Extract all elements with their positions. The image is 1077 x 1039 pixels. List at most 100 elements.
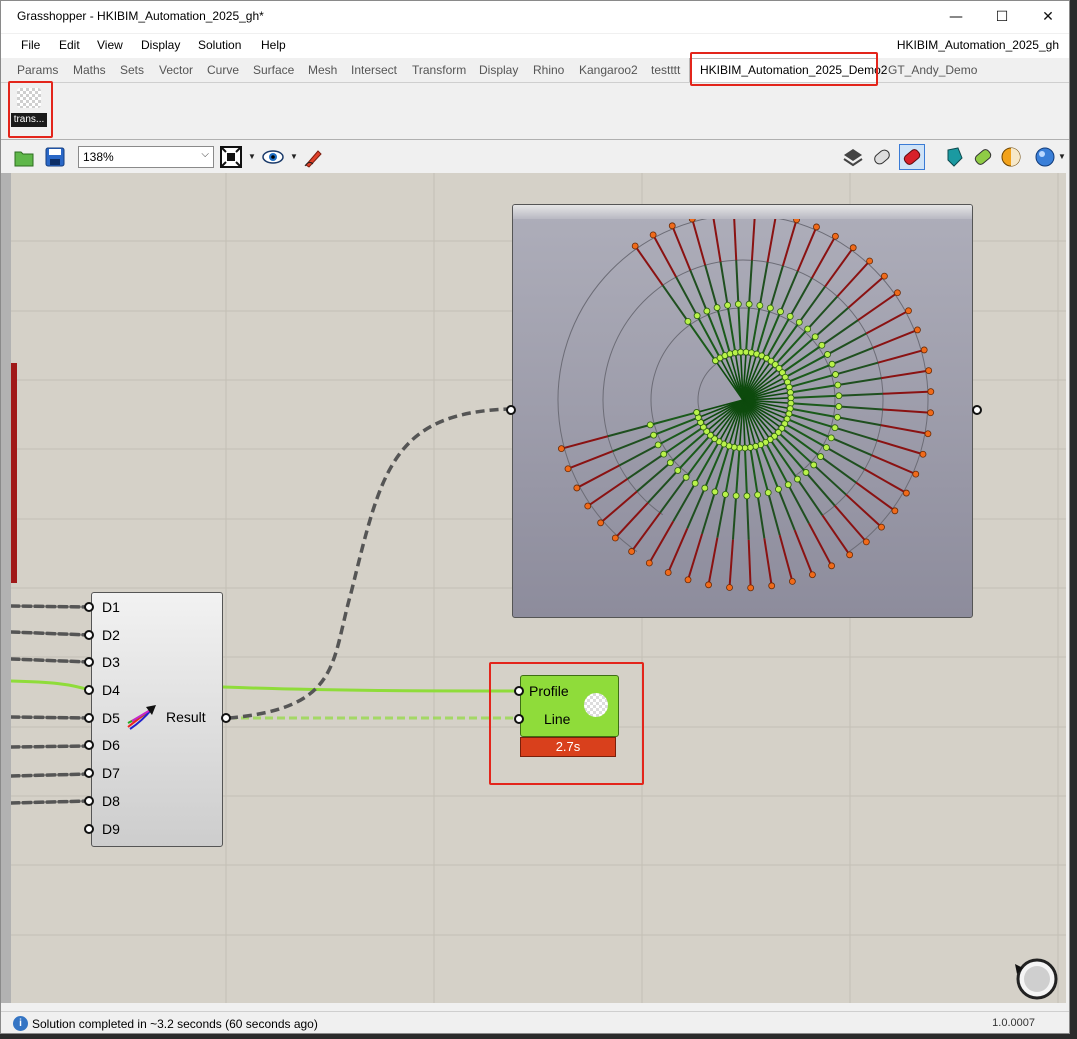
fan-tip-node bbox=[597, 519, 605, 527]
fan-outer-spoke bbox=[707, 537, 719, 586]
menu-view[interactable]: View bbox=[97, 38, 123, 52]
minimize-button[interactable]: — bbox=[933, 1, 979, 33]
fan-spoke bbox=[749, 447, 759, 496]
grasshopper-canvas[interactable]: D1 D2 D3 D4 D5 D6 D7 D8 D9 Result Profil… bbox=[11, 173, 1066, 1003]
tab-gt-andy-demo[interactable]: GT_Andy_Demo bbox=[888, 63, 977, 77]
fan-outer-spoke bbox=[796, 226, 818, 272]
fan-node bbox=[711, 488, 719, 496]
fan-node bbox=[756, 302, 764, 309]
fan-node bbox=[823, 444, 830, 451]
fan-tip-node bbox=[611, 534, 619, 542]
fan-outer-spoke bbox=[781, 219, 798, 267]
menu-solution[interactable]: Solution bbox=[198, 38, 241, 52]
material-preview-icon[interactable] bbox=[972, 146, 994, 168]
fan-node bbox=[650, 431, 658, 439]
tab-intersect[interactable]: Intersect bbox=[351, 63, 397, 77]
fan-spoke bbox=[835, 361, 879, 376]
fan-node bbox=[713, 304, 721, 311]
zoom-extents-dropdown-icon[interactable]: ▼ bbox=[248, 152, 256, 161]
offscreen-component-fragment bbox=[11, 363, 17, 583]
tab-vector[interactable]: Vector bbox=[159, 63, 193, 77]
fan-tip-node bbox=[919, 450, 927, 458]
fan-node bbox=[764, 489, 772, 497]
fan-outer-spoke bbox=[810, 235, 837, 279]
tab-display[interactable]: Display bbox=[479, 63, 518, 77]
fan-outer-spoke bbox=[763, 538, 773, 586]
open-file-icon[interactable] bbox=[13, 146, 35, 168]
tab-maths[interactable]: Maths bbox=[73, 63, 106, 77]
fan-node bbox=[722, 490, 729, 498]
fan-node bbox=[827, 434, 835, 442]
fan-tip-node bbox=[927, 388, 935, 396]
fan-spoke bbox=[607, 423, 651, 438]
fan-node bbox=[784, 481, 792, 489]
input-line[interactable]: Line bbox=[544, 711, 570, 727]
wireframe-preview-icon[interactable] bbox=[842, 146, 864, 168]
version-label: 1.0.0007 bbox=[992, 1017, 1035, 1029]
fan-spoke bbox=[735, 447, 741, 496]
display-dropdown-icon[interactable]: ▼ bbox=[1058, 152, 1066, 161]
fan-tip-node bbox=[925, 367, 933, 374]
runtime-warning-badge: 2.7s bbox=[520, 737, 616, 757]
selected-only-preview-icon[interactable] bbox=[899, 144, 925, 170]
fan-tip-node bbox=[768, 582, 776, 590]
save-file-icon[interactable] bbox=[44, 146, 66, 168]
menu-help[interactable]: Help bbox=[261, 38, 286, 52]
menu-edit[interactable]: Edit bbox=[59, 38, 80, 52]
fan-tip-node bbox=[813, 223, 820, 231]
fan-node bbox=[674, 467, 682, 474]
document-preview-icon[interactable] bbox=[944, 146, 966, 168]
maximize-button[interactable]: ☐ bbox=[979, 1, 1025, 33]
colour-swatch-icon[interactable] bbox=[1000, 146, 1022, 168]
canvas-navigation-widget[interactable] bbox=[1009, 956, 1059, 1001]
fan-node bbox=[660, 450, 668, 458]
fan-outer-spoke bbox=[845, 493, 883, 528]
tab-mesh[interactable]: Mesh bbox=[308, 63, 337, 77]
preview-dropdown-icon[interactable]: ▼ bbox=[290, 152, 298, 161]
display-sphere-icon[interactable] bbox=[1034, 146, 1056, 168]
fan-spoke bbox=[704, 264, 719, 308]
tab-sets[interactable]: Sets bbox=[120, 63, 144, 77]
profile-line-component[interactable]: Profile Line bbox=[520, 675, 621, 737]
guide-arc bbox=[557, 214, 929, 552]
close-button[interactable]: ✕ bbox=[1025, 1, 1069, 33]
tab-params[interactable]: Params bbox=[17, 63, 58, 77]
fan-node bbox=[682, 473, 690, 481]
zoom-level-select[interactable]: 138% ⌵ bbox=[78, 146, 214, 168]
document-name: HKIBIM_Automation_2025_gh bbox=[896, 38, 1059, 52]
fan-tip-node bbox=[878, 523, 885, 531]
ribbon-tabs: Params Maths Sets Vector Curve Surface M… bbox=[1, 58, 1069, 83]
tab-surface[interactable]: Surface bbox=[253, 63, 294, 77]
ribbon-component-transparency[interactable]: trans... bbox=[11, 85, 47, 127]
tab-transform[interactable]: Transform bbox=[412, 63, 466, 77]
fan-tip-node bbox=[664, 569, 672, 576]
sketch-pen-icon[interactable] bbox=[303, 146, 325, 168]
fan-spoke bbox=[777, 488, 796, 531]
fan-outer-spoke bbox=[872, 328, 918, 349]
fan-node bbox=[832, 371, 839, 378]
fan-tip-node bbox=[912, 470, 920, 478]
menu-file[interactable]: File bbox=[21, 38, 40, 52]
fan-tip-node bbox=[905, 307, 912, 315]
fan-outer-spoke bbox=[766, 214, 777, 263]
fan-tip-node bbox=[584, 502, 592, 510]
fan-outer-spoke bbox=[728, 539, 734, 588]
menu-display[interactable]: Display bbox=[141, 38, 180, 52]
preview-eye-icon[interactable] bbox=[262, 146, 284, 168]
tab-kangaroo2[interactable]: Kangaroo2 bbox=[579, 63, 638, 77]
fan-node bbox=[684, 317, 692, 325]
fan-node bbox=[745, 300, 753, 308]
fan-node bbox=[810, 461, 818, 469]
zoom-extents-icon[interactable] bbox=[220, 146, 242, 168]
fan-outer-spoke bbox=[834, 505, 868, 543]
tab-rhino[interactable]: Rhino bbox=[533, 63, 564, 77]
merge-d4-wire bbox=[11, 679, 90, 692]
tab-testttt[interactable]: testttt bbox=[651, 63, 680, 77]
fan-outer-spoke bbox=[732, 212, 738, 261]
tab-curve[interactable]: Curve bbox=[207, 63, 239, 77]
input-profile[interactable]: Profile bbox=[529, 683, 569, 699]
tab-hkibim-demo2[interactable]: HKIBIM_Automation_2025_Demo2 bbox=[689, 58, 887, 83]
fan-node bbox=[835, 392, 843, 400]
merge-grips bbox=[84, 602, 231, 834]
shaded-mesh-icon[interactable] bbox=[871, 146, 893, 168]
